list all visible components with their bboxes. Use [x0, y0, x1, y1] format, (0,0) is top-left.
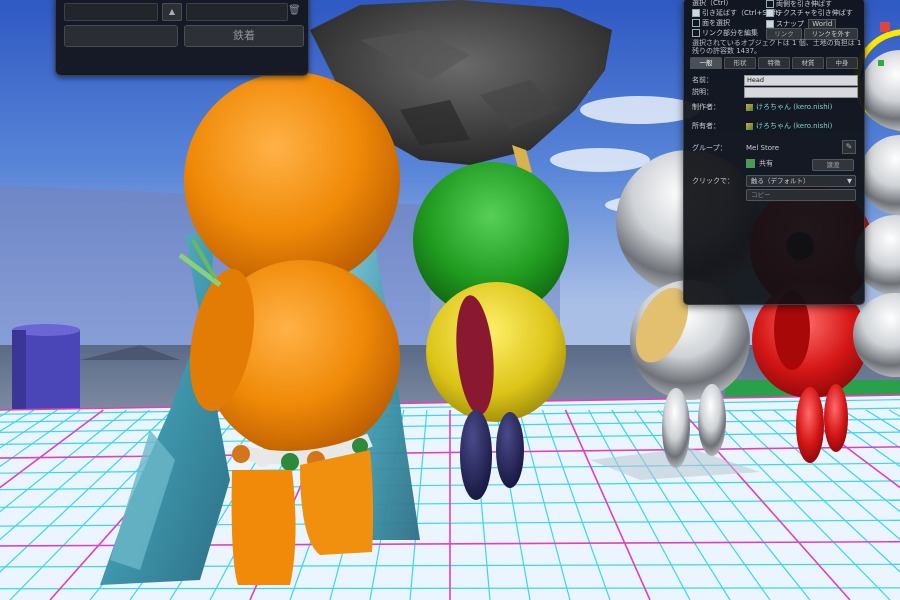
tab-content[interactable]: 中身 [826, 57, 858, 69]
owner-label: 所有者： [692, 122, 720, 130]
edit-linked-checkbox[interactable] [692, 29, 700, 37]
edit-linked-option[interactable]: リンク部分を編集 [692, 29, 758, 38]
group-value: Mel Store [746, 144, 780, 152]
scroll-up-button[interactable]: ▲ [162, 3, 182, 21]
trash-icon[interactable]: 🗑 [288, 5, 301, 16]
stretch-texture-option[interactable]: テクスチャを引き伸ばす [766, 9, 853, 18]
description-field[interactable] [744, 87, 858, 98]
tab-general[interactable]: 一般 [690, 57, 722, 69]
stretch-both-option[interactable]: 両側を引き伸ばす [766, 0, 832, 9]
copy-dropdown[interactable]: コピー [746, 189, 856, 201]
group-label: グループ： [692, 144, 727, 152]
select-label: 選択（Ctrl） [692, 0, 733, 7]
select-face-checkbox[interactable] [692, 19, 700, 27]
owner-value[interactable]: けろちゃん (kero.nishi) [746, 122, 832, 131]
creator-label: 制作者： [692, 103, 720, 111]
inventory-panel[interactable]: ▲ 🗑 鉄着 [55, 0, 309, 76]
tab-texture[interactable]: 材質 [792, 57, 824, 69]
stretch-texture-checkbox[interactable] [766, 9, 774, 17]
name-label: 名前： [692, 76, 713, 84]
build-edit-panel[interactable]: 選択（Ctrl） 引き延ばす（Ctrl+Shift） 両側を引き伸ばす テクスチ… [683, 0, 865, 305]
group-settings-icon[interactable]: ✎ [842, 140, 856, 154]
panel-field-left[interactable] [64, 3, 158, 21]
edit-tabs: 一般 形状 特徴 材質 中身 [690, 57, 858, 69]
stretch-both-checkbox[interactable] [766, 0, 774, 8]
pull-checkbox[interactable] [692, 9, 700, 17]
select-face-option[interactable]: 面を選択 [692, 19, 730, 28]
owner-avatar-icon [746, 122, 753, 130]
share-option[interactable]: 共有 [746, 159, 773, 169]
tab-object[interactable]: 形状 [724, 57, 756, 69]
creator-avatar-icon [746, 103, 753, 111]
selection-info-2: 残りの許容数 1437。 [692, 47, 762, 55]
click-action-label: クリックで： [692, 177, 734, 185]
description-label: 説明： [692, 88, 713, 96]
panel-left-button[interactable] [64, 25, 178, 47]
deed-button[interactable]: 譲渡 [812, 159, 854, 171]
click-action-dropdown[interactable]: 触る（デフォルト） ▼ [746, 175, 856, 187]
panel-field-right[interactable] [186, 3, 288, 21]
blue-pillar [12, 324, 80, 422]
tab-features[interactable]: 特徴 [758, 57, 790, 69]
creator-value[interactable]: けろちゃん (kero.nishi) [746, 103, 832, 112]
snap-checkbox[interactable] [766, 20, 774, 28]
chevron-down-icon: ▼ [847, 177, 852, 185]
name-field[interactable]: Head [744, 75, 858, 86]
share-checkbox[interactable] [746, 159, 755, 168]
wear-button[interactable]: 鉄着 [184, 25, 304, 47]
